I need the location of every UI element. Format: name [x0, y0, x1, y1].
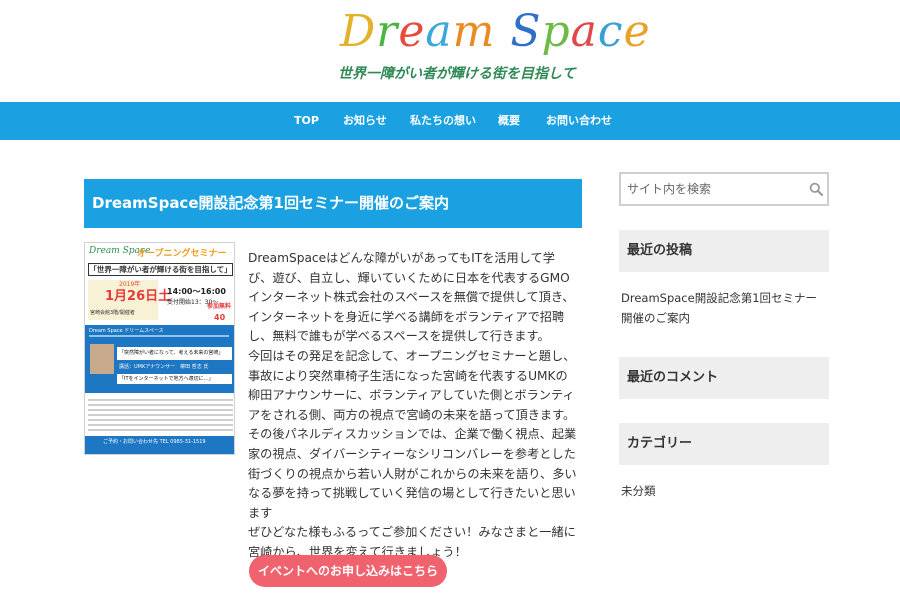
flyer-tagline: 「世界一障がい者が輝ける街を目指して」 [88, 263, 233, 276]
flyer-contact: ご予約・お問い合わせ先 TEL 0985-31-1519 [103, 439, 206, 445]
recent-post-link[interactable]: DreamSpace開設記念第1回セミナー開催のご案内 [621, 288, 826, 328]
flyer-text-line [88, 414, 233, 416]
flyer-text-line [88, 419, 233, 421]
logo-letter: e [623, 6, 651, 57]
flyer-panel-topic: 「ITをインターネットで地方へ適切に…」 [117, 374, 232, 384]
flyer-speaker-name: 講話：UMKアナウンサー 柳田 哲志 氏 [119, 364, 209, 370]
logo-letter: p [541, 6, 571, 57]
flyer-text-line [88, 429, 233, 431]
logo-letter: m [452, 6, 496, 57]
nav-item-our-thoughts[interactable]: 私たちの想い [410, 102, 476, 140]
search-icon[interactable] [809, 182, 823, 196]
logo-letter: S [510, 6, 542, 57]
event-application-button[interactable]: イベントへのお申し込みはこちら [249, 555, 447, 587]
post-body: DreamSpaceはどんな障がいがあってもITを活用して学び、遊び、自立し、輝… [248, 251, 577, 559]
flyer-text-line [88, 404, 233, 406]
post-title[interactable]: DreamSpace開設記念第1回セミナー開催のご案内 [92, 179, 449, 228]
flyer-divider [89, 335, 229, 337]
flyer-section-header: Dream Space ドリームスペース [89, 328, 164, 334]
recent-comments-title: 最近のコメント [627, 370, 719, 385]
seminar-flyer-image[interactable]: Dream Space オープニングセミナー 「世界一障がい者が輝ける街を目指し… [84, 242, 235, 455]
logo-letter: r [376, 6, 399, 57]
flyer-capacity: 40 [214, 313, 226, 322]
recent-comments-widget-header: 最近のコメント [619, 357, 829, 399]
flyer-text-line [88, 424, 233, 426]
flyer-opening-title: オープニングセミナー [137, 249, 227, 259]
category-link[interactable]: 未分類 [621, 481, 656, 501]
logo-letter: c [597, 6, 624, 57]
flyer-text-line [88, 399, 233, 401]
site-header: Dream Space 世界一障がい者が輝ける街を目指して [0, 0, 900, 102]
logo-letter: e [398, 6, 426, 57]
post-title-bar: DreamSpace開設記念第1回セミナー開催のご案内 [84, 179, 582, 228]
categories-widget-header: カテゴリー [619, 423, 829, 465]
flyer-place: 宮崎会館3階/開催者 [90, 310, 135, 316]
flyer-speaker-photo [90, 344, 114, 374]
logo-letter: a [425, 6, 453, 57]
flyer-time: 14:00～16:00 [167, 287, 226, 296]
site-logo[interactable]: Dream Space [340, 4, 650, 60]
flyer-speaker-topic: 「突然障がい者になって、考える未来の宮崎」 [117, 347, 232, 360]
main-nav: TOP お知らせ 私たちの想い 概要 お問い合わせ [0, 102, 900, 140]
nav-item-news[interactable]: お知らせ [343, 102, 387, 140]
flyer-date: 1月26日土 [105, 289, 172, 304]
recent-posts-title: 最近の投稿 [627, 243, 693, 258]
recent-posts-widget-header: 最近の投稿 [619, 230, 829, 272]
search-input[interactable] [627, 179, 797, 199]
nav-item-contact[interactable]: お問い合わせ [546, 102, 612, 140]
flyer-text-line [88, 409, 233, 411]
logo-letter: a [570, 6, 598, 57]
categories-title: カテゴリー [627, 436, 693, 451]
logo-letter [495, 4, 510, 60]
logo-letter: D [340, 6, 377, 57]
site-tagline: 世界一障がい者が輝ける街を目指して [338, 66, 576, 82]
nav-item-top[interactable]: TOP [294, 102, 319, 140]
search-form [619, 172, 829, 206]
nav-item-overview[interactable]: 概要 [498, 102, 520, 140]
